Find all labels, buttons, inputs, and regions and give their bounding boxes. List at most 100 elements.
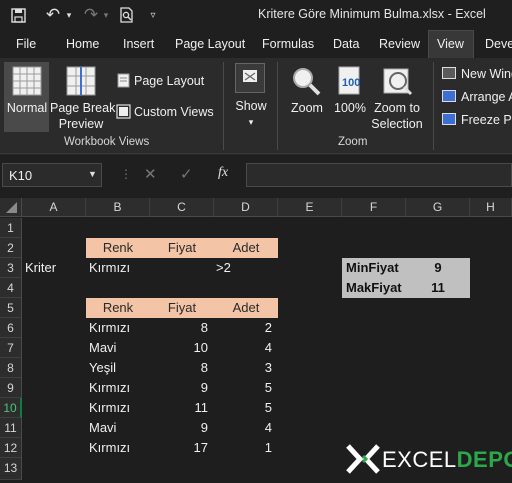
page-layout-button[interactable]: Page Layout	[134, 73, 204, 89]
table-cell-adet[interactable]: 4	[214, 418, 278, 438]
row-header-4[interactable]: 4	[0, 278, 22, 298]
save-icon[interactable]	[8, 6, 28, 24]
tab-view[interactable]: View	[437, 37, 464, 51]
column-header-h[interactable]: H	[470, 198, 512, 217]
row-header-8[interactable]: 8	[0, 358, 22, 378]
tab-file[interactable]: File	[16, 37, 36, 51]
freeze-panes-icon[interactable]	[442, 113, 456, 125]
row-header-11[interactable]: 11	[0, 418, 22, 438]
column-header-c[interactable]: C	[150, 198, 214, 217]
table-cell-renk[interactable]: Yeşil	[89, 358, 116, 378]
zoom-icon[interactable]	[291, 66, 321, 101]
row-header-10[interactable]: 10	[0, 398, 22, 418]
print-preview-icon[interactable]	[116, 6, 136, 24]
redo-icon[interactable]: ↷	[80, 5, 102, 24]
mak-fiyat-label[interactable]: MakFiyat	[346, 278, 402, 298]
arrange-all-button[interactable]: Arrange A	[461, 89, 512, 105]
undo-icon[interactable]: ↶	[42, 5, 64, 24]
page-layout-icon[interactable]	[117, 73, 130, 93]
table-cell-fiyat[interactable]: 9	[150, 378, 214, 398]
custom-views-icon[interactable]	[116, 104, 131, 124]
criteria-adet-value[interactable]: >2	[216, 258, 231, 278]
criteria-label[interactable]: Kriter	[25, 258, 56, 278]
show-dropdown-icon[interactable]: ▾	[244, 114, 258, 130]
row-header-7[interactable]: 7	[0, 338, 22, 358]
min-fiyat-label[interactable]: MinFiyat	[346, 258, 399, 278]
row-header-3[interactable]: 3	[0, 258, 22, 278]
table-cell-renk[interactable]: Kırmızı	[89, 398, 130, 418]
criteria-header-renk[interactable]: Renk	[86, 238, 150, 258]
tab-page-layout[interactable]: Page Layout	[175, 37, 245, 51]
zoom-to-selection-button[interactable]: Zoom to Selection	[370, 100, 424, 132]
table-cell-fiyat[interactable]: 8	[150, 318, 214, 338]
table-header-fiyat[interactable]: Fiyat	[150, 298, 214, 318]
enter-icon[interactable]: ✓	[180, 165, 193, 183]
table-cell-fiyat[interactable]: 11	[150, 398, 214, 418]
table-cell-fiyat[interactable]: 10	[150, 338, 214, 358]
normal-view-icon[interactable]	[12, 66, 42, 101]
table-cell-renk[interactable]: Mavi	[89, 418, 116, 438]
table-cell-renk[interactable]: Mavi	[89, 338, 116, 358]
column-header-d[interactable]: D	[214, 198, 278, 217]
name-box-dropdown-icon[interactable]: ▼	[88, 169, 97, 179]
column-header-f[interactable]: F	[342, 198, 406, 217]
zoom-button[interactable]: Zoom	[286, 100, 328, 116]
cancel-icon[interactable]: ✕	[144, 165, 157, 183]
page-break-preview-button[interactable]: Page Break Preview	[50, 100, 115, 132]
row-header-13[interactable]: 13	[0, 458, 22, 480]
table-cell-adet[interactable]: 2	[214, 318, 278, 338]
mak-fiyat-value[interactable]: 11	[406, 278, 470, 298]
criteria-header-fiyat[interactable]: Fiyat	[150, 238, 214, 258]
tab-home[interactable]: Home	[66, 37, 99, 51]
row-header-5[interactable]: 5	[0, 298, 22, 318]
criteria-header-adet[interactable]: Adet	[214, 238, 278, 258]
table-cell-adet[interactable]: 5	[214, 378, 278, 398]
table-cell-renk[interactable]: Kırmızı	[89, 378, 130, 398]
table-cell-fiyat[interactable]: 17	[150, 438, 214, 458]
row-header-1[interactable]: 1	[0, 218, 22, 238]
tab-developer[interactable]: Deve	[485, 37, 512, 51]
zoom-to-selection-icon[interactable]	[383, 66, 413, 101]
redo-dropdown-icon[interactable]: ▾	[101, 6, 111, 24]
undo-dropdown-icon[interactable]: ▾	[64, 6, 74, 24]
min-fiyat-value[interactable]: 9	[406, 258, 470, 278]
table-cell-fiyat[interactable]: 8	[150, 358, 214, 378]
table-cell-adet[interactable]: 4	[214, 338, 278, 358]
row-header-9[interactable]: 9	[0, 378, 22, 398]
column-header-g[interactable]: G	[406, 198, 470, 217]
table-cell-renk[interactable]: Kırmızı	[89, 438, 130, 458]
zoom-100-button[interactable]: 100%	[332, 100, 368, 116]
tab-formulas[interactable]: Formulas	[262, 37, 314, 51]
show-button[interactable]: Show	[234, 98, 268, 114]
page-break-preview-icon[interactable]	[66, 66, 96, 101]
freeze-panes-button[interactable]: Freeze Par	[461, 112, 512, 128]
new-window-button[interactable]: New Wind	[461, 66, 512, 82]
show-icon[interactable]	[235, 63, 265, 93]
name-box[interactable]: K10	[2, 163, 102, 187]
row-header-2[interactable]: 2	[0, 238, 22, 258]
criteria-renk-value[interactable]: Kırmızı	[89, 258, 130, 278]
arrange-all-icon[interactable]	[442, 90, 456, 102]
customize-qat-icon[interactable]: ▿	[146, 6, 160, 24]
table-cell-renk[interactable]: Kırmızı	[89, 318, 130, 338]
table-cell-fiyat[interactable]: 9	[150, 418, 214, 438]
custom-views-button[interactable]: Custom Views	[134, 104, 214, 120]
tab-review[interactable]: Review	[379, 37, 420, 51]
select-all-corner[interactable]	[0, 198, 22, 217]
zoom-100-icon[interactable]: 100	[337, 66, 363, 101]
table-cell-adet[interactable]: 5	[214, 398, 278, 418]
tab-data[interactable]: Data	[333, 37, 359, 51]
insert-function-icon[interactable]: fx	[218, 165, 228, 181]
table-cell-adet[interactable]: 1	[214, 438, 278, 458]
row-header-6[interactable]: 6	[0, 318, 22, 338]
column-header-b[interactable]: B	[86, 198, 150, 217]
tab-insert[interactable]: Insert	[123, 37, 154, 51]
table-cell-adet[interactable]: 3	[214, 358, 278, 378]
normal-view-button[interactable]: Normal	[6, 100, 48, 116]
column-header-e[interactable]: E	[278, 198, 342, 217]
table-header-adet[interactable]: Adet	[214, 298, 278, 318]
new-window-icon[interactable]	[442, 67, 456, 79]
row-header-12[interactable]: 12	[0, 438, 22, 458]
formula-input[interactable]	[246, 163, 512, 187]
column-header-a[interactable]: A	[22, 198, 86, 217]
